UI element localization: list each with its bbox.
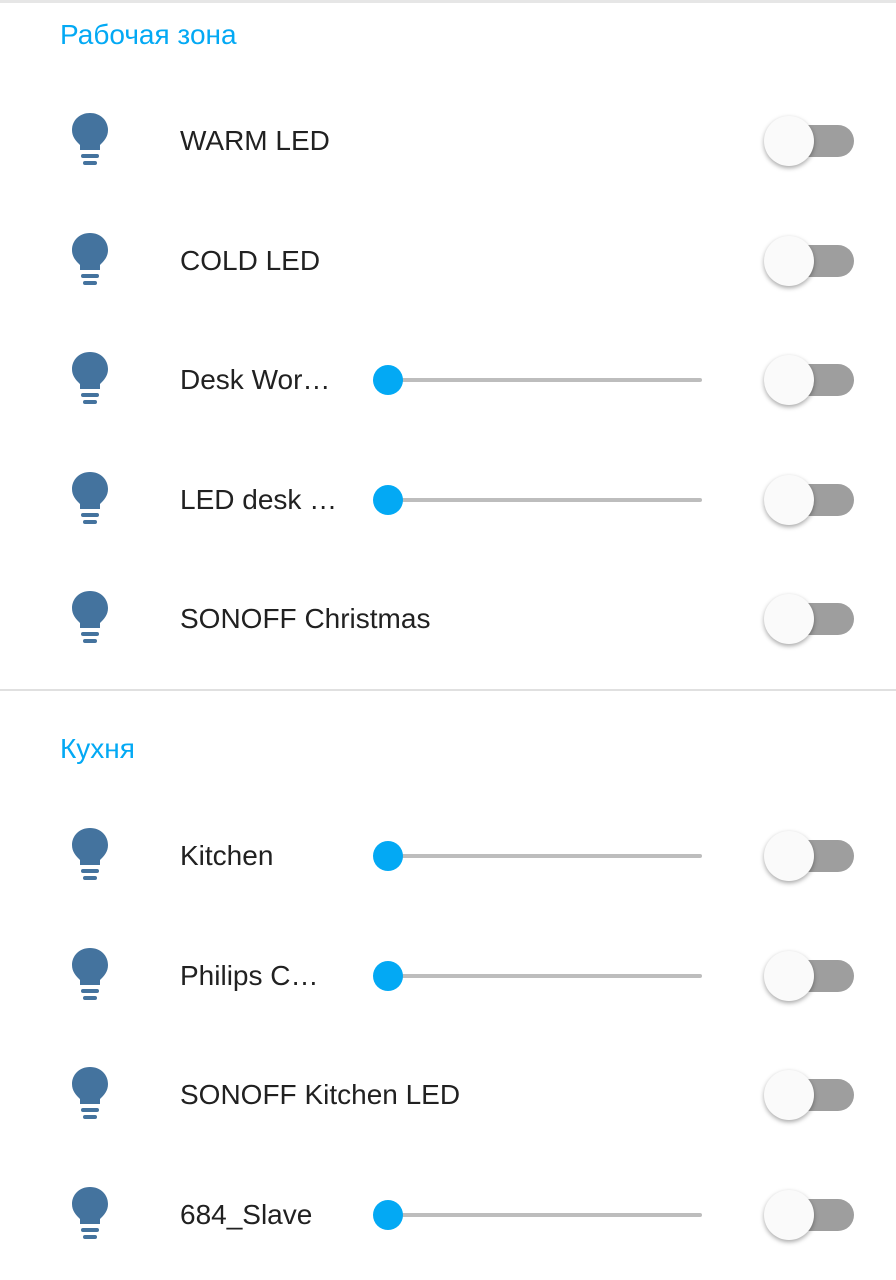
toggle-thumb[interactable] — [764, 355, 814, 405]
power-toggle[interactable] — [764, 830, 856, 882]
slider-track[interactable] — [388, 378, 702, 382]
brightness-slider[interactable] — [372, 960, 706, 992]
entity-row: WARM LED — [0, 101, 896, 181]
entity-name[interactable]: LED desk … — [180, 482, 337, 518]
entity-name[interactable]: Desk Wor… — [180, 362, 330, 398]
power-toggle[interactable] — [764, 1069, 856, 1121]
power-toggle[interactable] — [764, 1189, 856, 1241]
lightbulb-icon[interactable] — [68, 231, 112, 287]
slider-track[interactable] — [388, 974, 702, 978]
lightbulb-icon[interactable] — [68, 470, 112, 526]
slider-thumb[interactable] — [373, 1200, 403, 1230]
power-toggle[interactable] — [764, 950, 856, 1002]
entity-name[interactable]: 684_Slave — [180, 1197, 312, 1233]
entity-name[interactable]: Philips C… — [180, 958, 318, 994]
toggle-thumb[interactable] — [764, 951, 814, 1001]
entity-name[interactable]: SONOFF Kitchen LED — [180, 1077, 460, 1113]
toggle-thumb[interactable] — [764, 475, 814, 525]
section-kukhnya: Кухня Kitchen Philips C… SONOFF Kitchen … — [0, 692, 896, 1280]
toggle-thumb[interactable] — [764, 116, 814, 166]
section-title: Кухня — [60, 733, 135, 764]
entity-row: SONOFF Kitchen LED — [0, 1055, 896, 1135]
lightbulb-icon[interactable] — [68, 1065, 112, 1121]
lightbulb-icon[interactable] — [68, 350, 112, 406]
lightbulb-icon[interactable] — [68, 111, 112, 167]
entity-row: SONOFF Christmas — [0, 579, 896, 659]
brightness-slider[interactable] — [372, 1199, 706, 1231]
lightbulb-icon[interactable] — [68, 589, 112, 645]
entity-row: LED desk … — [0, 460, 896, 540]
toggle-thumb[interactable] — [764, 594, 814, 644]
entity-name[interactable]: WARM LED — [180, 123, 330, 159]
power-toggle[interactable] — [764, 593, 856, 645]
power-toggle[interactable] — [764, 235, 856, 287]
slider-thumb[interactable] — [373, 961, 403, 991]
section-title: Рабочая зона — [60, 19, 237, 50]
section-rabochaya-zona: Рабочая зона WARM LED COLD LED Desk Wor… — [0, 0, 896, 690]
entity-name[interactable]: COLD LED — [180, 243, 320, 279]
slider-track[interactable] — [388, 498, 702, 502]
entity-name[interactable]: Kitchen — [180, 838, 273, 874]
section-divider — [0, 689, 896, 691]
power-toggle[interactable] — [764, 115, 856, 167]
toggle-thumb[interactable] — [764, 831, 814, 881]
lightbulb-icon[interactable] — [68, 946, 112, 1002]
lightbulb-icon[interactable] — [68, 826, 112, 882]
slider-thumb[interactable] — [373, 841, 403, 871]
brightness-slider[interactable] — [372, 364, 706, 396]
slider-track[interactable] — [388, 1213, 702, 1217]
power-toggle[interactable] — [764, 474, 856, 526]
toggle-thumb[interactable] — [764, 1070, 814, 1120]
slider-track[interactable] — [388, 854, 702, 858]
power-toggle[interactable] — [764, 354, 856, 406]
slider-thumb[interactable] — [373, 485, 403, 515]
entity-row: Desk Wor… — [0, 340, 896, 420]
toggle-thumb[interactable] — [764, 236, 814, 286]
entity-row: COLD LED — [0, 221, 896, 301]
entity-name[interactable]: SONOFF Christmas — [180, 601, 430, 637]
entity-row: Philips C… — [0, 936, 896, 1016]
lightbulb-icon[interactable] — [68, 1185, 112, 1241]
entity-row: Kitchen — [0, 816, 896, 896]
entity-row: 684_Slave — [0, 1175, 896, 1255]
slider-thumb[interactable] — [373, 365, 403, 395]
brightness-slider[interactable] — [372, 484, 706, 516]
toggle-thumb[interactable] — [764, 1190, 814, 1240]
brightness-slider[interactable] — [372, 840, 706, 872]
